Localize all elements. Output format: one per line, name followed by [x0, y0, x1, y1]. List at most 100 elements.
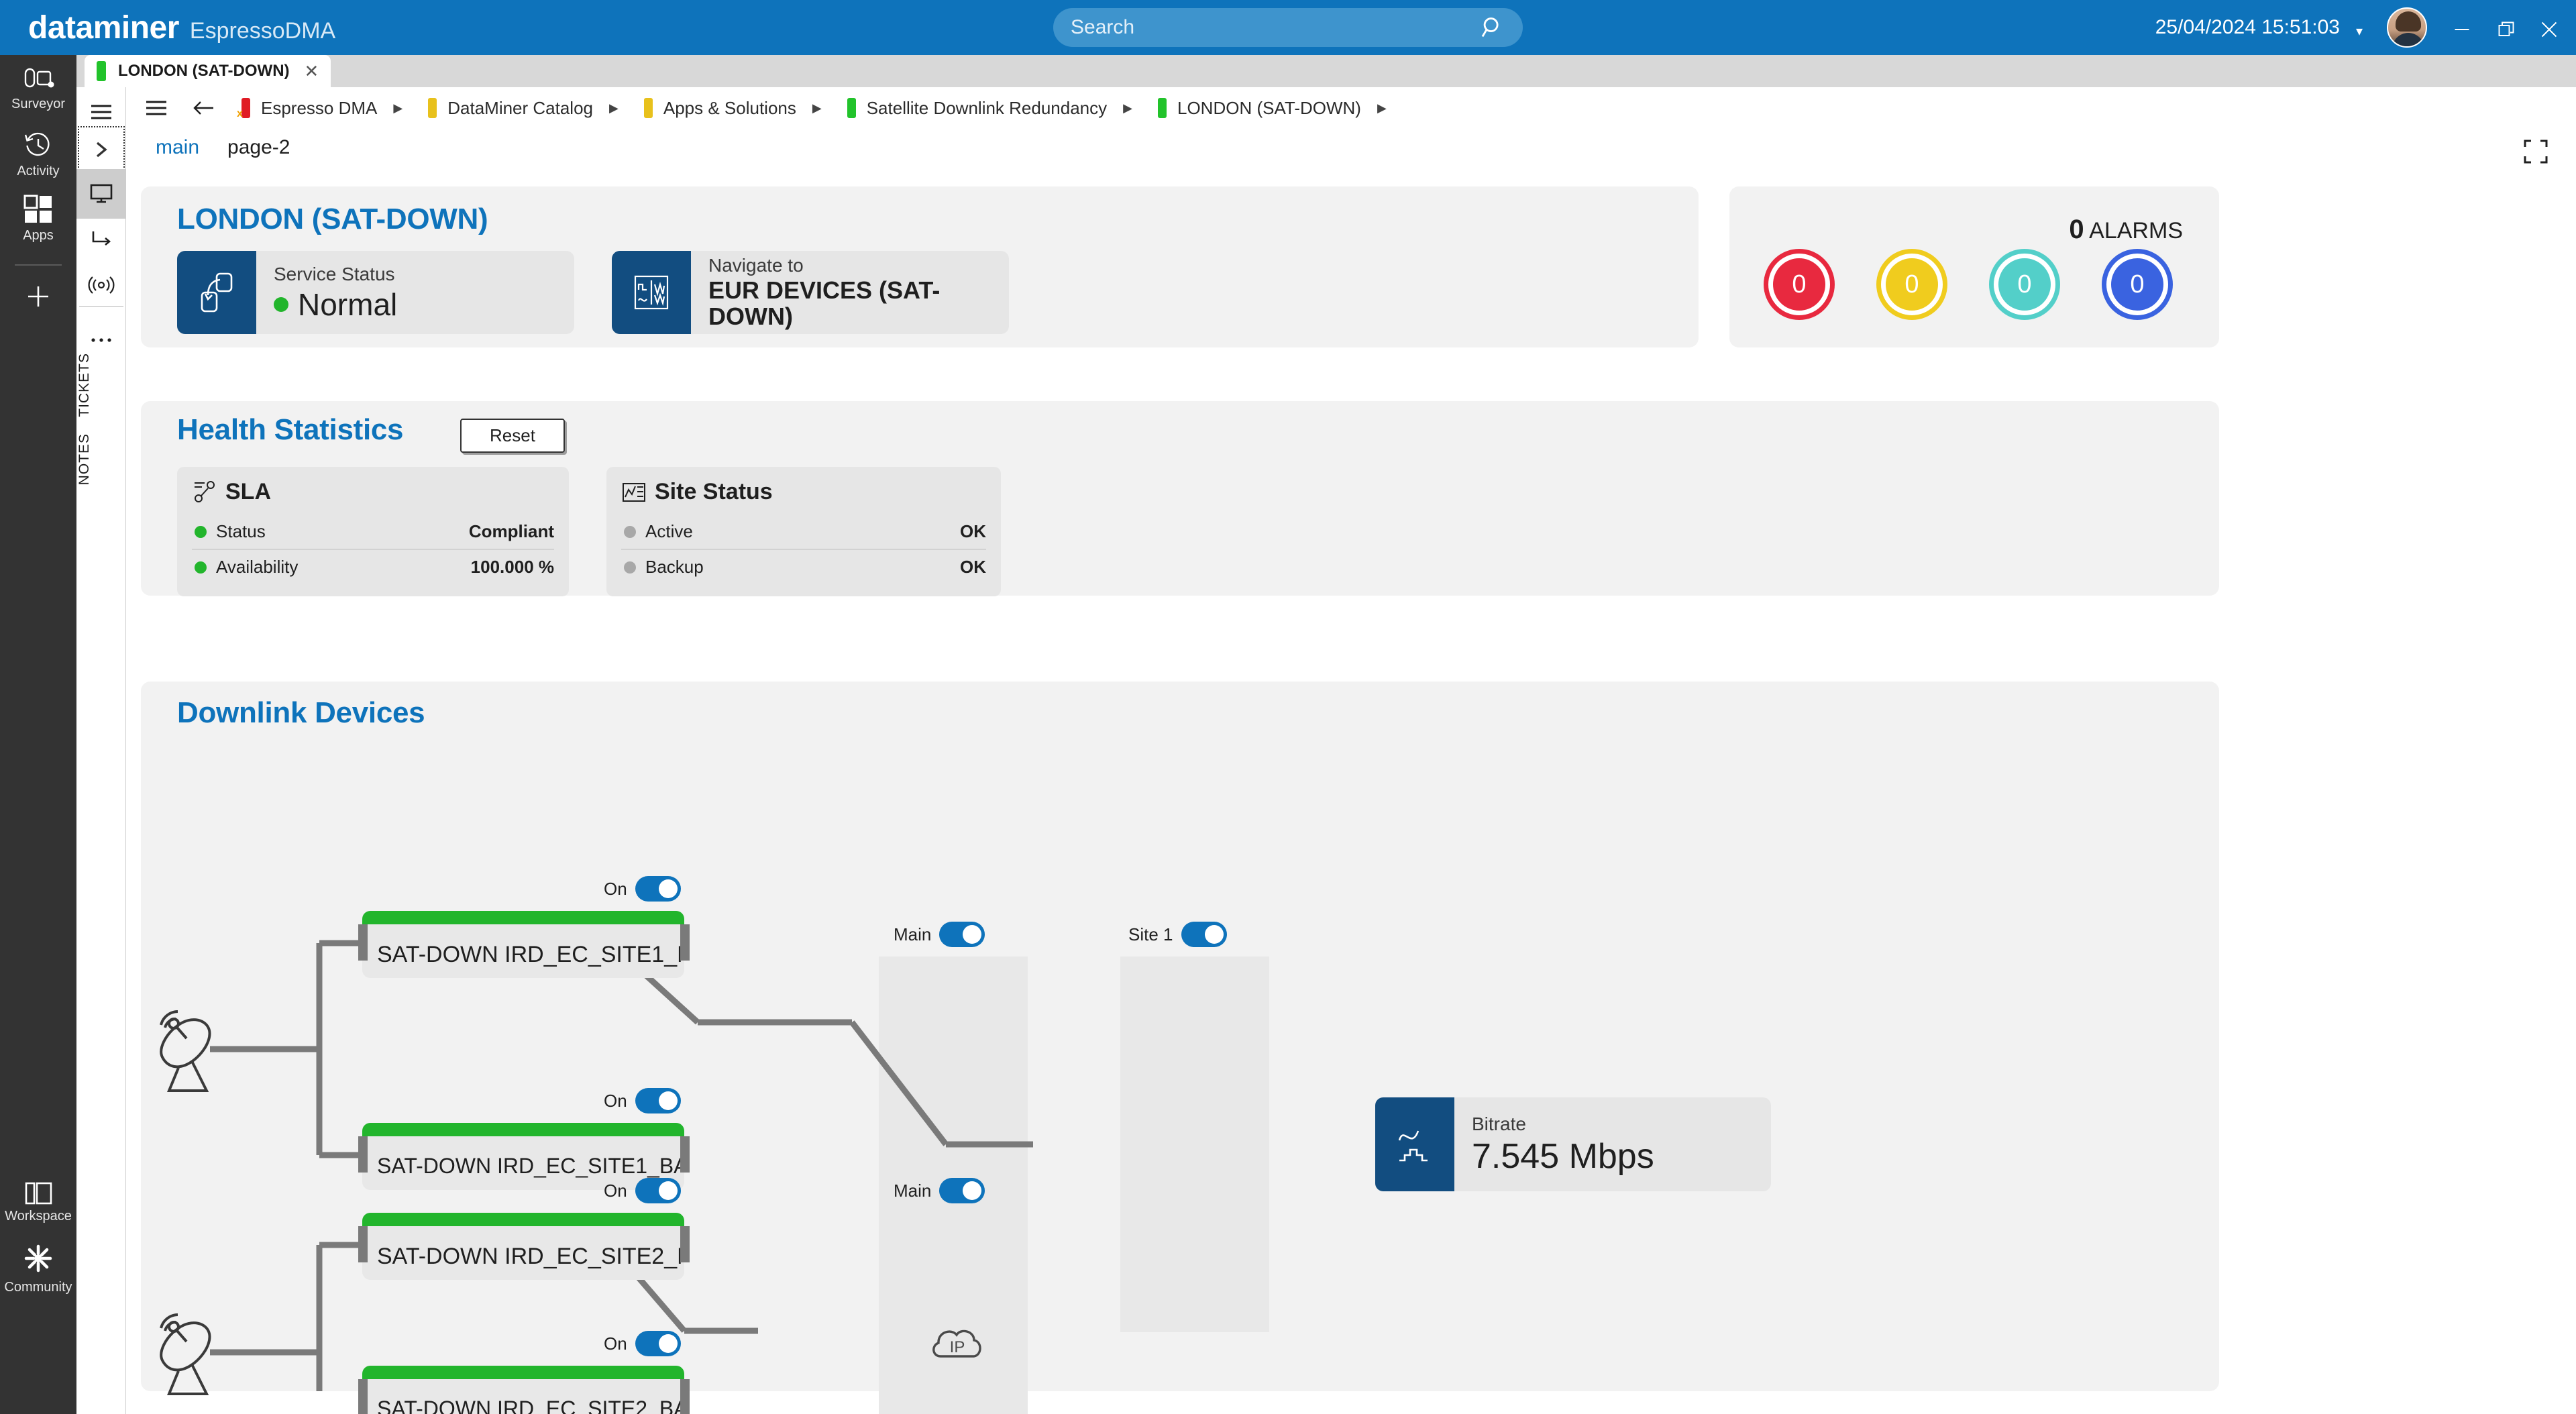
reset-button[interactable]: Reset	[460, 419, 565, 453]
device-port-in	[358, 1226, 368, 1262]
tab-london-sat-down[interactable]: LONDON (SAT-DOWN) ✕	[85, 55, 331, 87]
restore-icon	[2498, 21, 2514, 36]
toggle-site2-backup-power[interactable]: On	[604, 1331, 681, 1356]
device-status-bar	[362, 1366, 684, 1379]
rail-item-surveyor[interactable]: Surveyor	[0, 64, 76, 112]
site-row-label: Active	[645, 521, 693, 541]
breadcrumb-label: LONDON (SAT-DOWN)	[1177, 97, 1361, 118]
breadcrumb-label: Espresso DMA	[261, 97, 378, 118]
satellite-dish-icon	[160, 1010, 211, 1092]
minimize-icon	[2455, 29, 2469, 30]
site-status-card: Site Status Active OK Backup OK	[606, 467, 1001, 596]
datetime-display: 25/04/2024 15:51:03	[2155, 16, 2340, 38]
breadcrumb-separator-icon: ▶	[1123, 101, 1132, 115]
alarm-bubble-critical[interactable]: 0	[1768, 254, 1830, 315]
notes-panel-label[interactable]: NOTES	[76, 433, 126, 485]
overview-card: LONDON (SAT-DOWN) Service Status Normal	[141, 186, 1699, 347]
toggle-switch-main-site2[interactable]: Main	[894, 1178, 985, 1203]
site-status-icon	[623, 482, 645, 502]
breadcrumb-separator-icon: ▶	[812, 101, 822, 115]
toggle-site1-backup-power[interactable]: On	[604, 1088, 681, 1113]
breadcrumb-separator-icon: ▶	[393, 101, 403, 115]
toggle-switch[interactable]	[635, 1178, 681, 1203]
flow-icon	[92, 231, 111, 246]
rail-item-apps[interactable]: Apps	[0, 195, 76, 243]
back-arrow-icon[interactable]	[192, 99, 216, 117]
flow-panel-button[interactable]	[76, 215, 126, 264]
panel-strip: TICKETS NOTES	[76, 87, 126, 1414]
device-status-bar	[362, 1123, 684, 1136]
breadcrumb-status-pill	[643, 98, 653, 118]
bitrate-waveform-icon	[1398, 1130, 1428, 1162]
device-node-site1-main[interactable]: SAT-DOWN IRD_EC_SITE1_MAIN	[362, 911, 684, 978]
breadcrumb-item-london-sat-down[interactable]: LONDON (SAT-DOWN) ▶	[1158, 98, 1387, 119]
toggle-switch[interactable]	[635, 1088, 681, 1113]
service-status-caption: Service Status	[274, 264, 395, 284]
sla-card-title: SLA	[225, 479, 271, 504]
toggle-label: Site 1	[1128, 924, 1173, 944]
toggle-label: Main	[894, 1180, 932, 1201]
rail-item-activity[interactable]: Activity	[0, 130, 76, 179]
status-dot	[274, 297, 288, 312]
alarm-bubble-value: 0	[1904, 270, 1919, 298]
toggle-switch[interactable]	[939, 1178, 985, 1203]
tab-close-button[interactable]: ✕	[305, 61, 319, 82]
rail-item-add[interactable]	[0, 282, 76, 315]
bitrate-tile[interactable]: Bitrate 7.545 Mbps	[1375, 1097, 1771, 1191]
strip-divider	[79, 306, 123, 307]
device-port-in	[358, 1136, 368, 1173]
breadcrumb-item-satellite-downlink-redundancy[interactable]: Satellite Downlink Redundancy ▶	[847, 98, 1132, 119]
breadcrumb-item-apps-solutions[interactable]: Apps & Solutions ▶	[643, 98, 822, 119]
toggle-switch[interactable]	[939, 922, 985, 947]
minimize-button[interactable]	[2450, 17, 2474, 46]
chevron-down-icon[interactable]: ▾	[2356, 23, 2363, 40]
downlink-devices-card: Downlink Devices IP SAT-DOWN IRD_EC_SITE…	[141, 682, 2219, 1414]
alarm-bubble-major[interactable]: 0	[1881, 254, 1943, 315]
navigate-to-tile[interactable]: Navigate to EUR DEVICES (SAT-DOWN)	[612, 251, 1009, 334]
page-tab-page-2[interactable]: page-2	[227, 136, 290, 159]
page-tab-main[interactable]: main	[156, 136, 199, 159]
breadcrumb-item-espresso-dma[interactable]: x Espresso DMA ▶	[237, 97, 403, 120]
site-status-card-title: Site Status	[655, 479, 773, 504]
avatar[interactable]	[2387, 7, 2427, 48]
status-dot	[195, 525, 207, 538]
toggle-switch-main-site1[interactable]: Main	[894, 922, 985, 947]
alarm-header-label: ALARMS	[2089, 218, 2183, 243]
health-title: Health Statistics	[177, 413, 404, 446]
device-node-site2-backup[interactable]: SAT-DOWN IRD_EC_SITE2_BACKUP	[362, 1366, 684, 1414]
breadcrumb-item-dataminer-catalog[interactable]: DataMiner Catalog ▶	[428, 98, 619, 119]
breadcrumb-alert-marker: x	[237, 108, 243, 119]
rail-label-apps: Apps	[23, 228, 54, 243]
rail-item-community[interactable]: Community	[0, 1241, 76, 1295]
tickets-panel-label[interactable]: TICKETS	[76, 353, 126, 417]
toggle-switch[interactable]	[1181, 922, 1227, 947]
device-port-out	[680, 924, 690, 961]
alarm-count-header: 0 ALARMS	[2069, 215, 2183, 245]
toggle-switch[interactable]	[635, 1331, 681, 1356]
search-input[interactable]: Search	[1053, 8, 1523, 47]
toggle-site2-main-power[interactable]: On	[604, 1178, 681, 1203]
alarm-bubble-warning[interactable]: 0	[2106, 254, 2168, 315]
maximize-button[interactable]	[2494, 17, 2518, 45]
broadcast-panel-button[interactable]	[76, 260, 126, 310]
service-status-tile[interactable]: Service Status Normal	[177, 251, 574, 334]
toggle-switch-site1[interactable]: Site 1	[1128, 922, 1227, 947]
breadcrumb-label: DataMiner Catalog	[447, 97, 594, 118]
service-status-icon-box	[177, 251, 256, 334]
dashboard-panel-button[interactable]	[76, 169, 126, 219]
health-statistics-card: Health Statistics Reset SLA Status Compl…	[141, 401, 2219, 596]
toggle-switch[interactable]	[635, 876, 681, 902]
sla-row-label: Availability	[216, 557, 299, 577]
alarm-bubble-minor[interactable]: 0	[1994, 254, 2055, 315]
device-port-out	[680, 1226, 690, 1262]
breadcrumb-hamburger-icon[interactable]	[145, 99, 168, 117]
expand-panel-button[interactable]	[76, 125, 126, 174]
sla-card: SLA Status Compliant Availability 100.00…	[177, 467, 569, 596]
device-node-site2-main[interactable]: SAT-DOWN IRD_EC_SITE2_MAIN	[362, 1213, 684, 1280]
close-button[interactable]	[2537, 17, 2561, 45]
rail-item-workspace[interactable]: Workspace	[0, 1182, 76, 1224]
svg-text:IP: IP	[950, 1338, 965, 1356]
fullscreen-icon[interactable]	[2522, 138, 2549, 165]
toggle-site1-main-power[interactable]: On	[604, 876, 681, 902]
signal-waveform-icon	[634, 275, 669, 310]
